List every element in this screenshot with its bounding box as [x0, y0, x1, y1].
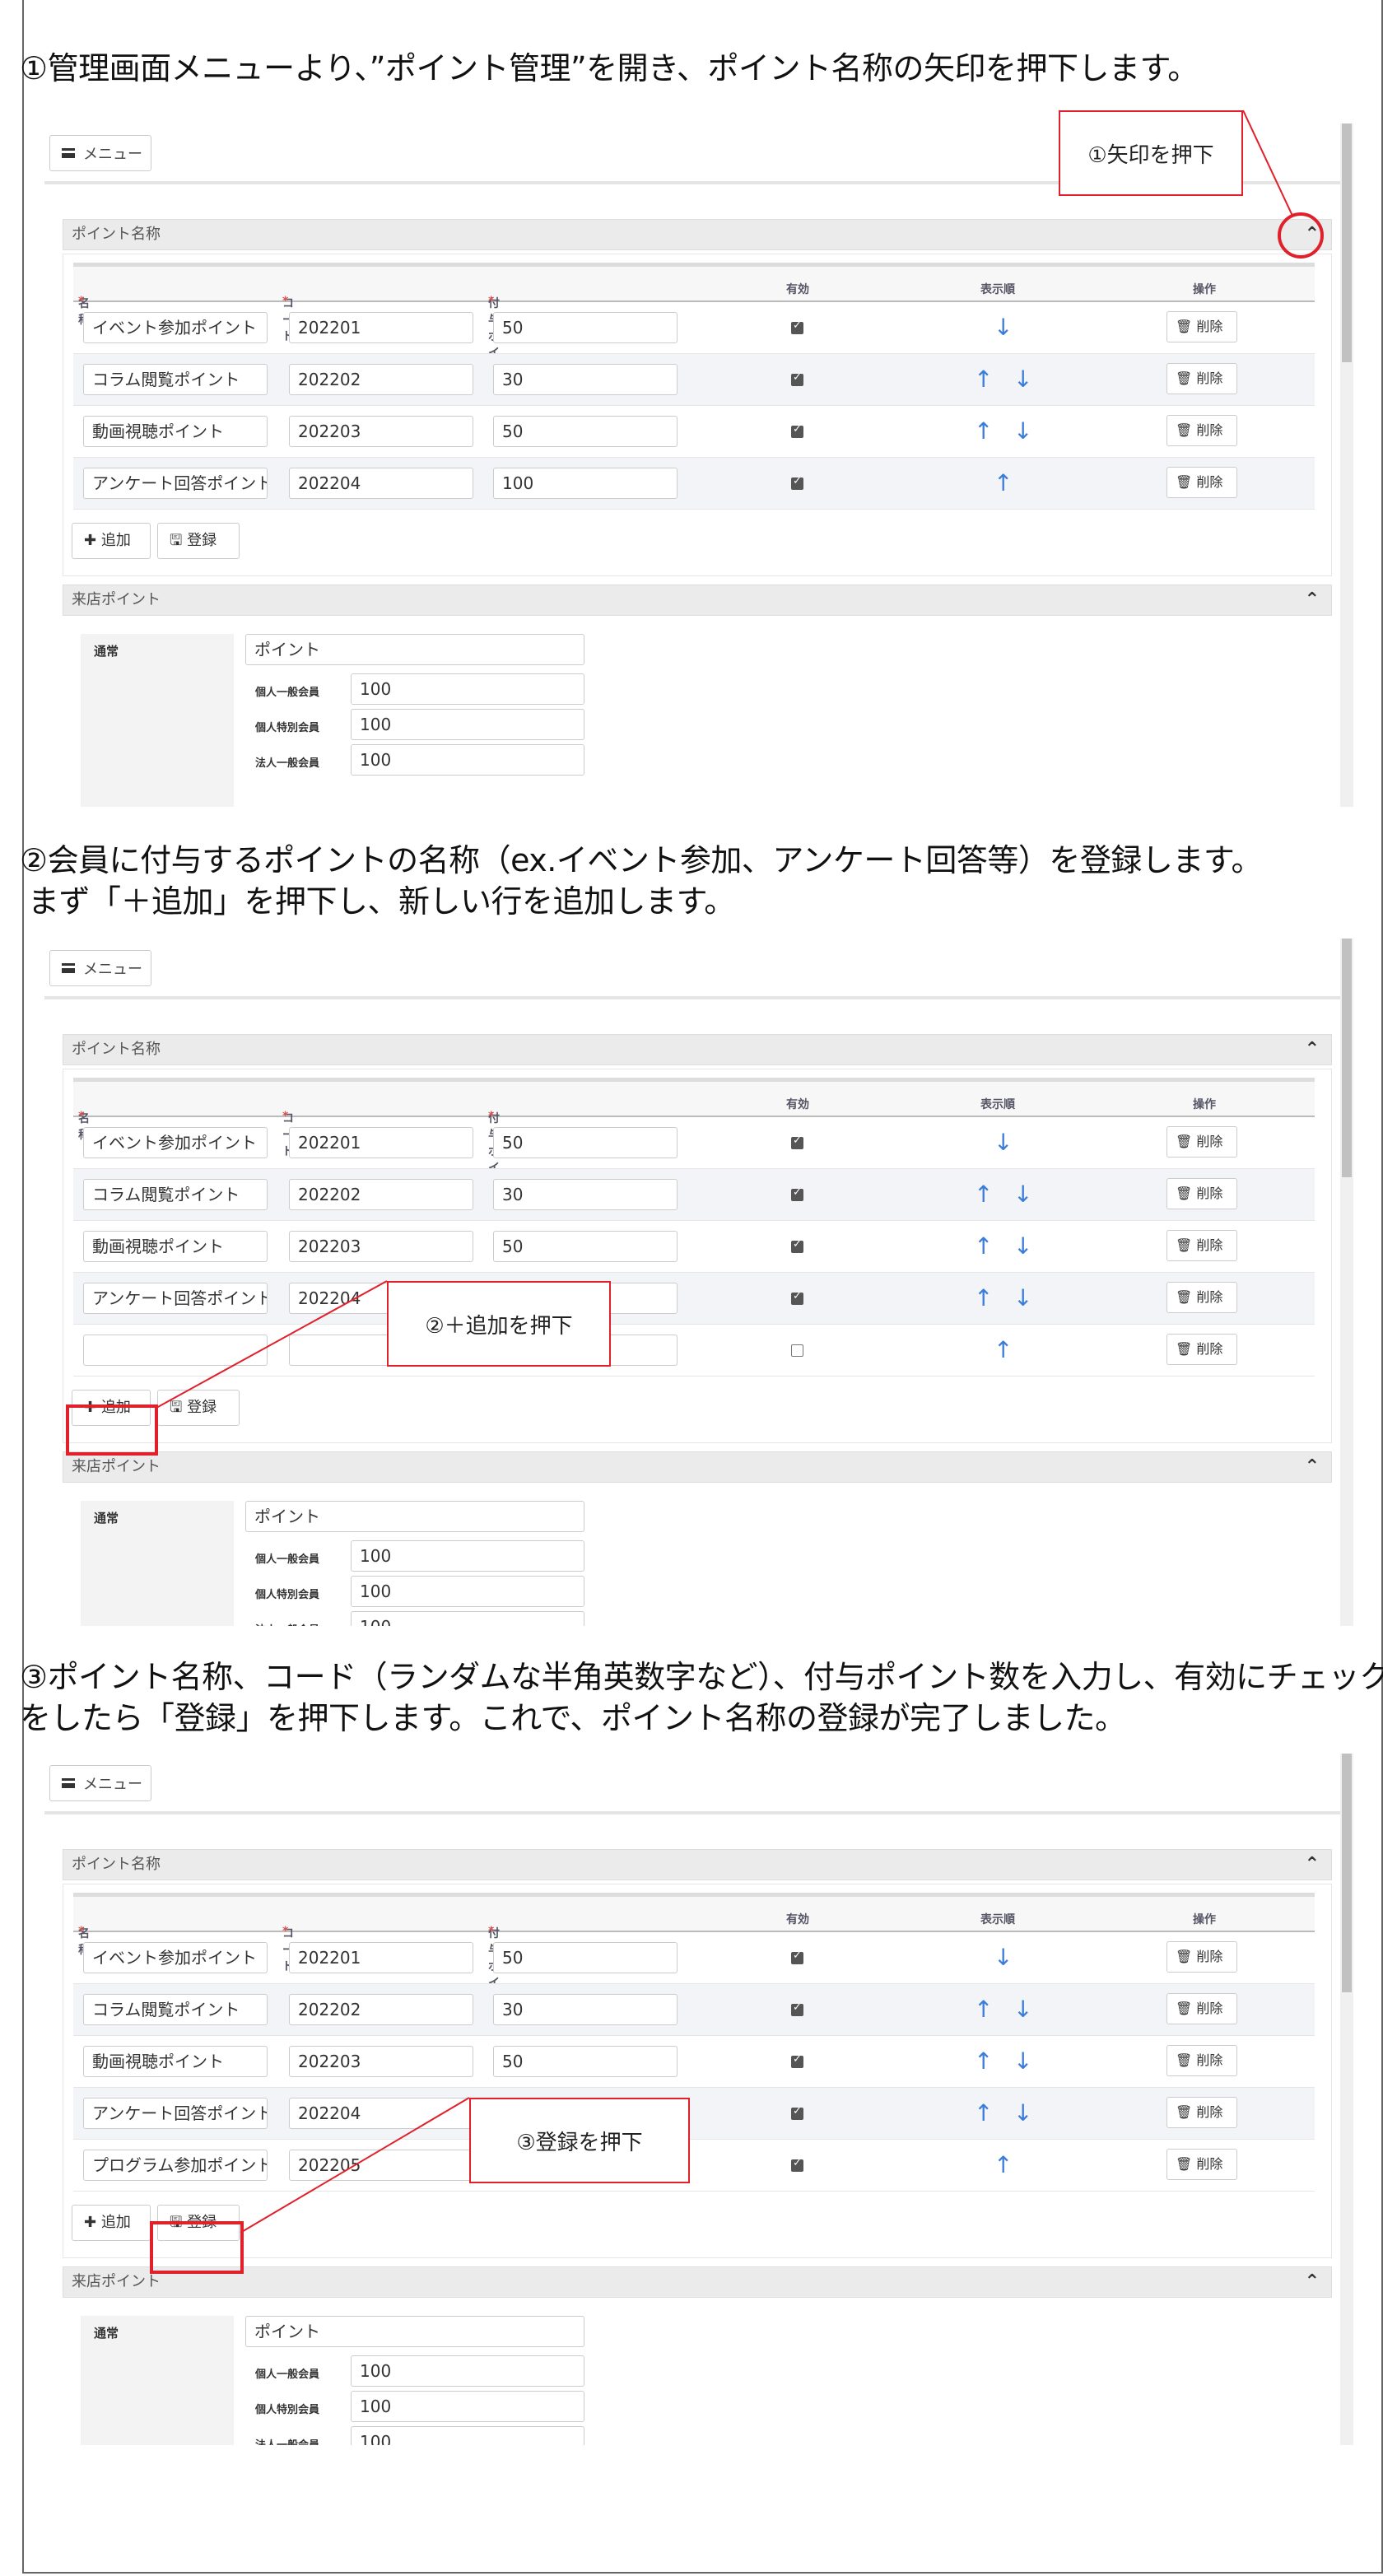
highlight-add-button	[66, 1404, 158, 1456]
callout-connectors	[156, 109, 1293, 2234]
callout-arrow: ①矢印を押下	[1059, 110, 1243, 196]
callout-register: ③登録を押下	[469, 2098, 690, 2183]
highlight-arrow-circle	[1278, 212, 1324, 259]
highlight-register-button	[150, 2221, 244, 2274]
callout-add: ②＋追加を押下	[387, 1281, 611, 1367]
